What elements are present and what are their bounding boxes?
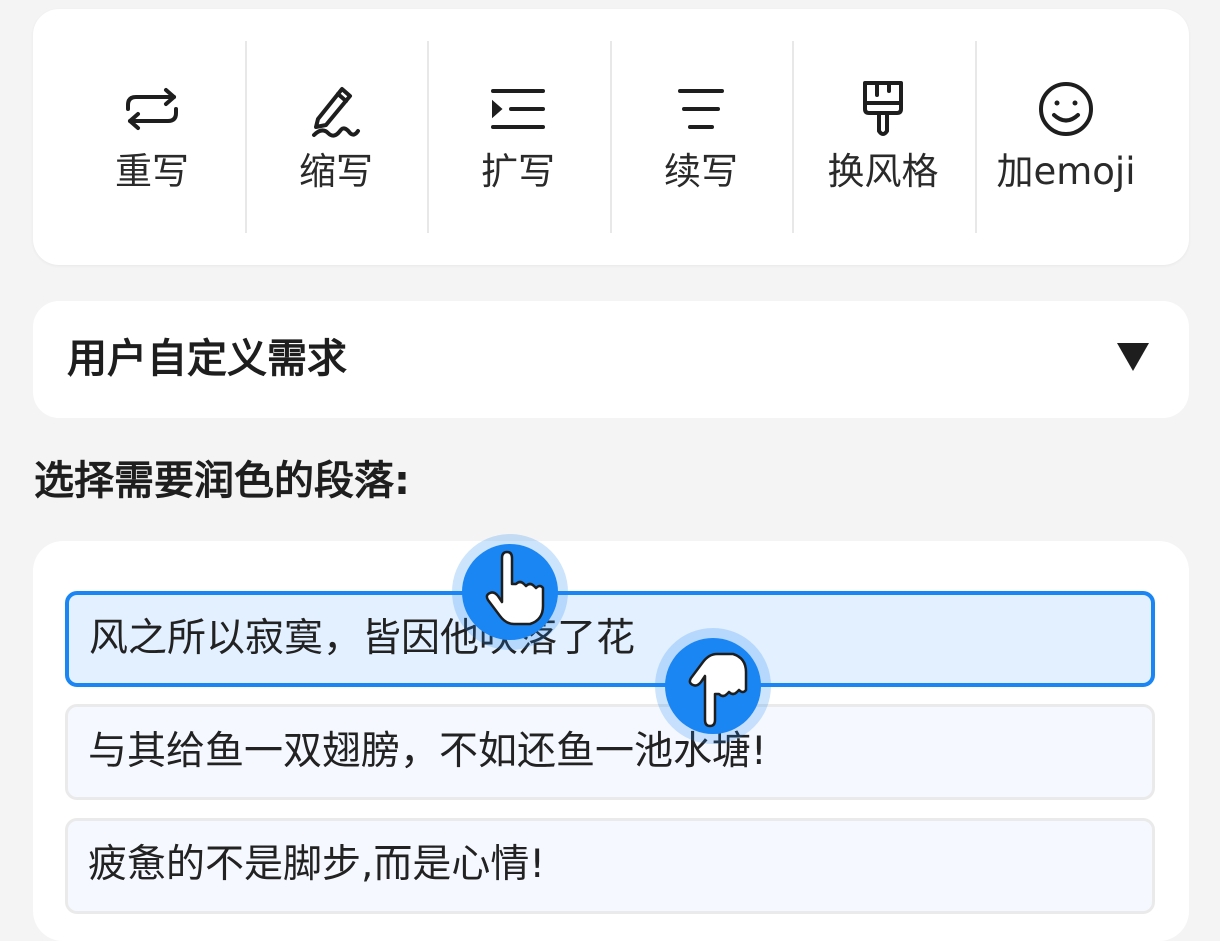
- rewrite-button[interactable]: 重写: [61, 9, 243, 265]
- paragraph-option[interactable]: 疲惫的不是脚步,而是心情!: [65, 818, 1155, 914]
- paragraph-option-selected[interactable]: 风之所以寂寞，皆因他吹落了花: [65, 591, 1155, 687]
- abbreviate-button[interactable]: 缩写: [245, 9, 427, 265]
- abbreviate-label: 缩写: [299, 150, 373, 193]
- lines-icon: [669, 77, 733, 141]
- rewrite-icon: [120, 77, 184, 141]
- paragraph-list: 风之所以寂寞，皆因他吹落了花 与其给鱼一双翅膀，不如还鱼一池水塘! 疲惫的不是脚…: [33, 541, 1189, 941]
- add-emoji-button[interactable]: 加emoji: [975, 9, 1157, 265]
- smiley-icon: [1034, 77, 1098, 141]
- custom-request-title: 用户自定义需求: [67, 336, 347, 382]
- expand-label: 扩写: [481, 150, 555, 193]
- continue-button[interactable]: 续写: [610, 9, 792, 265]
- paragraph-text: 疲惫的不是脚步,而是心情!: [88, 842, 546, 887]
- add-emoji-label: 加emoji: [996, 150, 1136, 193]
- rewrite-label: 重写: [115, 150, 189, 193]
- swipe-down-hand-icon: [653, 626, 773, 746]
- brush-icon: [851, 77, 915, 141]
- section-title: 选择需要润色的段落:: [34, 458, 410, 504]
- triangle-down-icon: [1117, 343, 1149, 371]
- indent-icon: [486, 77, 550, 141]
- pen-icon: [304, 77, 368, 141]
- continue-label: 续写: [664, 150, 738, 193]
- custom-request-dropdown[interactable]: 用户自定义需求: [33, 301, 1189, 418]
- polish-toolbar: 重写 缩写 扩写 续写 换风格 加emoji: [33, 9, 1189, 265]
- paragraph-option[interactable]: 与其给鱼一双翅膀，不如还鱼一池水塘!: [65, 704, 1155, 800]
- change-style-label: 换风格: [827, 150, 939, 193]
- tap-hand-icon: [450, 532, 570, 652]
- expand-button[interactable]: 扩写: [427, 9, 609, 265]
- change-style-button[interactable]: 换风格: [792, 9, 974, 265]
